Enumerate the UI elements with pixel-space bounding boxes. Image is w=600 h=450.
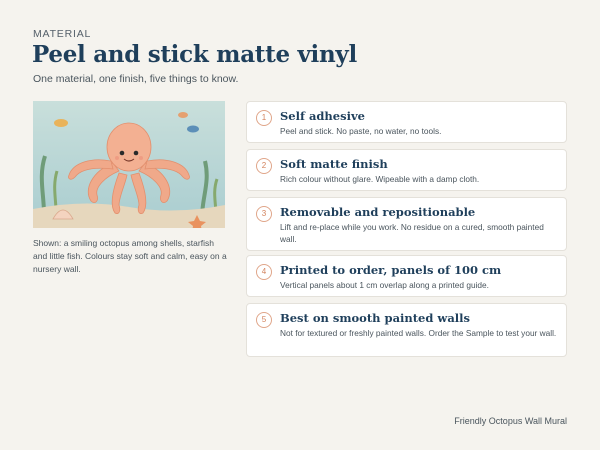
page-subtitle: One material, one finish, five things to… — [33, 73, 239, 85]
feature-title: Self adhesive — [280, 109, 365, 123]
feature-description: Rich colour without glare. Wipeable with… — [280, 174, 480, 184]
eyebrow-label: MATERIAL — [33, 28, 92, 40]
feature-card-self-adhesive: 1 Self adhesive Peel and stick. No paste… — [246, 101, 567, 143]
feature-number: 3 — [256, 206, 272, 222]
feature-number: 1 — [256, 110, 272, 126]
feature-card-removable: 3 Removable and repositionable Lift and … — [246, 197, 567, 251]
feature-card-matte-finish: 2 Soft matte finish Rich colour without … — [246, 149, 567, 191]
feature-number: 2 — [256, 158, 272, 174]
octopus-illustration-icon — [33, 101, 225, 228]
feature-number: 4 — [256, 264, 272, 280]
feature-card-printed-to-order: 4 Printed to order, panels of 100 cm Ver… — [246, 255, 567, 297]
feature-title: Soft matte finish — [280, 157, 388, 171]
feature-title: Removable and repositionable — [280, 205, 476, 219]
product-image — [33, 101, 225, 228]
product-name-footer: Friendly Octopus Wall Mural — [454, 416, 567, 426]
feature-number: 5 — [256, 312, 272, 328]
feature-title: Best on smooth painted walls — [280, 311, 470, 325]
feature-description: Lift and re-place while you work. No res… — [280, 222, 544, 244]
page-title: Peel and stick matte vinyl — [32, 41, 357, 68]
feature-description: Not for textured or freshly painted wall… — [280, 328, 557, 338]
feature-description: Vertical panels about 1 cm overlap along… — [280, 280, 489, 290]
feature-title: Printed to order, panels of 100 cm — [280, 263, 502, 277]
image-caption: Shown: a smiling octopus among shells, s… — [33, 238, 227, 274]
feature-card-smooth-walls: 5 Best on smooth painted walls Not for t… — [246, 303, 567, 357]
feature-description: Peel and stick. No paste, no water, no t… — [280, 126, 442, 136]
